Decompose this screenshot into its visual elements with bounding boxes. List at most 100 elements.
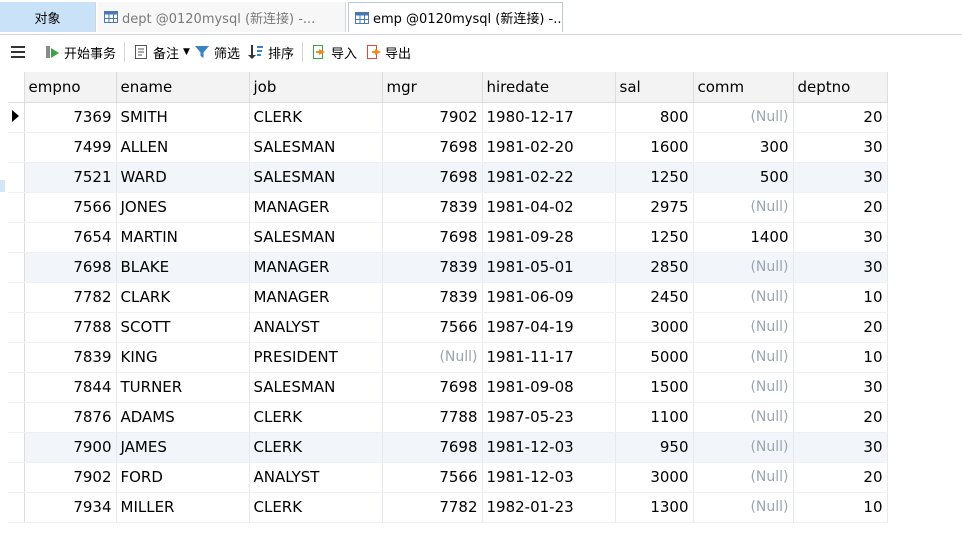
- cell-comm[interactable]: (Null): [693, 462, 794, 493]
- table-row[interactable]: 7369 SMITH CLERK 7902 1980-12-17 800 (Null) 20: [8, 102, 888, 133]
- row-indicator[interactable]: [8, 162, 25, 193]
- chevron-down-icon[interactable]: ▼: [183, 47, 190, 57]
- cell-empno[interactable]: 7900: [24, 432, 117, 463]
- cell-mgr[interactable]: 7698: [382, 432, 483, 463]
- cell-empno[interactable]: 7521: [24, 162, 117, 193]
- cell-empno[interactable]: 7876: [24, 402, 117, 433]
- cell-sal[interactable]: 3000: [615, 312, 694, 343]
- column-header[interactable]: job: [249, 72, 383, 103]
- cell-hiredate[interactable]: 1982-01-23: [482, 492, 616, 523]
- cell-ename[interactable]: TURNER: [116, 372, 250, 403]
- cell-hiredate[interactable]: 1981-09-28: [482, 222, 616, 253]
- cell-sal[interactable]: 2450: [615, 282, 694, 313]
- cell-comm[interactable]: (Null): [693, 282, 794, 313]
- cell-sal[interactable]: 1250: [615, 162, 694, 193]
- cell-empno[interactable]: 7698: [24, 252, 117, 283]
- cell-sal[interactable]: 1300: [615, 492, 694, 523]
- cell-job[interactable]: CLERK: [249, 402, 383, 433]
- cell-empno[interactable]: 7782: [24, 282, 117, 313]
- row-indicator[interactable]: [8, 462, 25, 493]
- table-row[interactable]: 7934 MILLER CLERK 7782 1982-01-23 1300 (Null) 1…: [8, 492, 888, 523]
- row-indicator[interactable]: [8, 282, 25, 313]
- cell-hiredate[interactable]: 1980-12-17: [482, 102, 616, 133]
- cell-mgr[interactable]: 7698: [382, 132, 483, 163]
- cell-job[interactable]: ANALYST: [249, 312, 383, 343]
- cell-mgr[interactable]: 7839: [382, 282, 483, 313]
- table-row[interactable]: 7782 CLARK MANAGER 7839 1981-06-09 2450 (Null)…: [8, 282, 888, 313]
- cell-sal[interactable]: 950: [615, 432, 694, 463]
- cell-mgr[interactable]: 7902: [382, 102, 483, 133]
- row-indicator[interactable]: [8, 132, 25, 163]
- row-indicator[interactable]: [8, 342, 25, 373]
- row-indicator[interactable]: [8, 402, 25, 433]
- cell-sal[interactable]: 1500: [615, 372, 694, 403]
- cell-hiredate[interactable]: 1981-11-17: [482, 342, 616, 373]
- cell-mgr[interactable]: 7698: [382, 162, 483, 193]
- cell-deptno[interactable]: 20: [793, 402, 888, 433]
- cell-empno[interactable]: 7369: [24, 102, 117, 133]
- cell-job[interactable]: CLERK: [249, 432, 383, 463]
- cell-deptno[interactable]: 20: [793, 462, 888, 493]
- cell-ename[interactable]: BLAKE: [116, 252, 250, 283]
- cell-empno[interactable]: 7934: [24, 492, 117, 523]
- cell-ename[interactable]: KING: [116, 342, 250, 373]
- cell-comm[interactable]: (Null): [693, 402, 794, 433]
- cell-deptno[interactable]: 10: [793, 492, 888, 523]
- column-header[interactable]: empno: [24, 72, 117, 103]
- cell-hiredate[interactable]: 1981-12-03: [482, 462, 616, 493]
- cell-sal[interactable]: 2975: [615, 192, 694, 223]
- cell-deptno[interactable]: 30: [793, 372, 888, 403]
- cell-sal[interactable]: 1250: [615, 222, 694, 253]
- cell-job[interactable]: SALESMAN: [249, 132, 383, 163]
- table-row[interactable]: 7900 JAMES CLERK 7698 1981-12-03 950 (Null) 30: [8, 432, 888, 463]
- cell-job[interactable]: CLERK: [249, 492, 383, 523]
- row-indicator[interactable]: [8, 372, 25, 403]
- row-indicator[interactable]: [8, 432, 25, 463]
- cell-ename[interactable]: MILLER: [116, 492, 250, 523]
- cell-comm[interactable]: (Null): [693, 252, 794, 283]
- table-row[interactable]: 7788 SCOTT ANALYST 7566 1987-04-19 3000 (Null)…: [8, 312, 888, 343]
- cell-hiredate[interactable]: 1981-09-08: [482, 372, 616, 403]
- cell-deptno[interactable]: 20: [793, 312, 888, 343]
- cell-deptno[interactable]: 20: [793, 192, 888, 223]
- cell-comm[interactable]: 500: [693, 162, 794, 193]
- cell-ename[interactable]: ADAMS: [116, 402, 250, 433]
- cell-deptno[interactable]: 30: [793, 162, 888, 193]
- cell-empno[interactable]: 7788: [24, 312, 117, 343]
- cell-hiredate[interactable]: 1987-05-23: [482, 402, 616, 433]
- cell-ename[interactable]: JONES: [116, 192, 250, 223]
- import-button[interactable]: 导入: [311, 39, 357, 65]
- cell-comm[interactable]: (Null): [693, 372, 794, 403]
- cell-mgr[interactable]: 7566: [382, 312, 483, 343]
- cell-comm[interactable]: (Null): [693, 342, 794, 373]
- table-row[interactable]: 7566 JONES MANAGER 7839 1981-04-02 2975 (Null)…: [8, 192, 888, 223]
- cell-ename[interactable]: FORD: [116, 462, 250, 493]
- cell-empno[interactable]: 7844: [24, 372, 117, 403]
- export-button[interactable]: 导出: [365, 39, 411, 65]
- cell-comm[interactable]: (Null): [693, 192, 794, 223]
- cell-job[interactable]: SALESMAN: [249, 162, 383, 193]
- column-header[interactable]: deptno: [793, 72, 888, 103]
- cell-mgr[interactable]: 7698: [382, 372, 483, 403]
- cell-job[interactable]: MANAGER: [249, 252, 383, 283]
- cell-ename[interactable]: ALLEN: [116, 132, 250, 163]
- cell-deptno[interactable]: 30: [793, 222, 888, 253]
- cell-hiredate[interactable]: 1981-02-22: [482, 162, 616, 193]
- cell-ename[interactable]: SMITH: [116, 102, 250, 133]
- cell-ename[interactable]: JAMES: [116, 432, 250, 463]
- cell-sal[interactable]: 1100: [615, 402, 694, 433]
- cell-empno[interactable]: 7654: [24, 222, 117, 253]
- row-indicator[interactable]: [8, 492, 25, 523]
- row-indicator[interactable]: [8, 222, 25, 253]
- row-indicator[interactable]: [8, 102, 25, 133]
- cell-sal[interactable]: 800: [615, 102, 694, 133]
- tab-emp[interactable]: emp @0120mysql (新连接) -...: [348, 2, 563, 32]
- column-header[interactable]: hiredate: [482, 72, 616, 103]
- cell-ename[interactable]: MARTIN: [116, 222, 250, 253]
- cell-job[interactable]: PRESIDENT: [249, 342, 383, 373]
- cell-ename[interactable]: WARD: [116, 162, 250, 193]
- cell-comm[interactable]: (Null): [693, 432, 794, 463]
- table-row[interactable]: 7844 TURNER SALESMAN 7698 1981-09-08 1500 (Nul…: [8, 372, 888, 403]
- cell-sal[interactable]: 1600: [615, 132, 694, 163]
- cell-hiredate[interactable]: 1981-06-09: [482, 282, 616, 313]
